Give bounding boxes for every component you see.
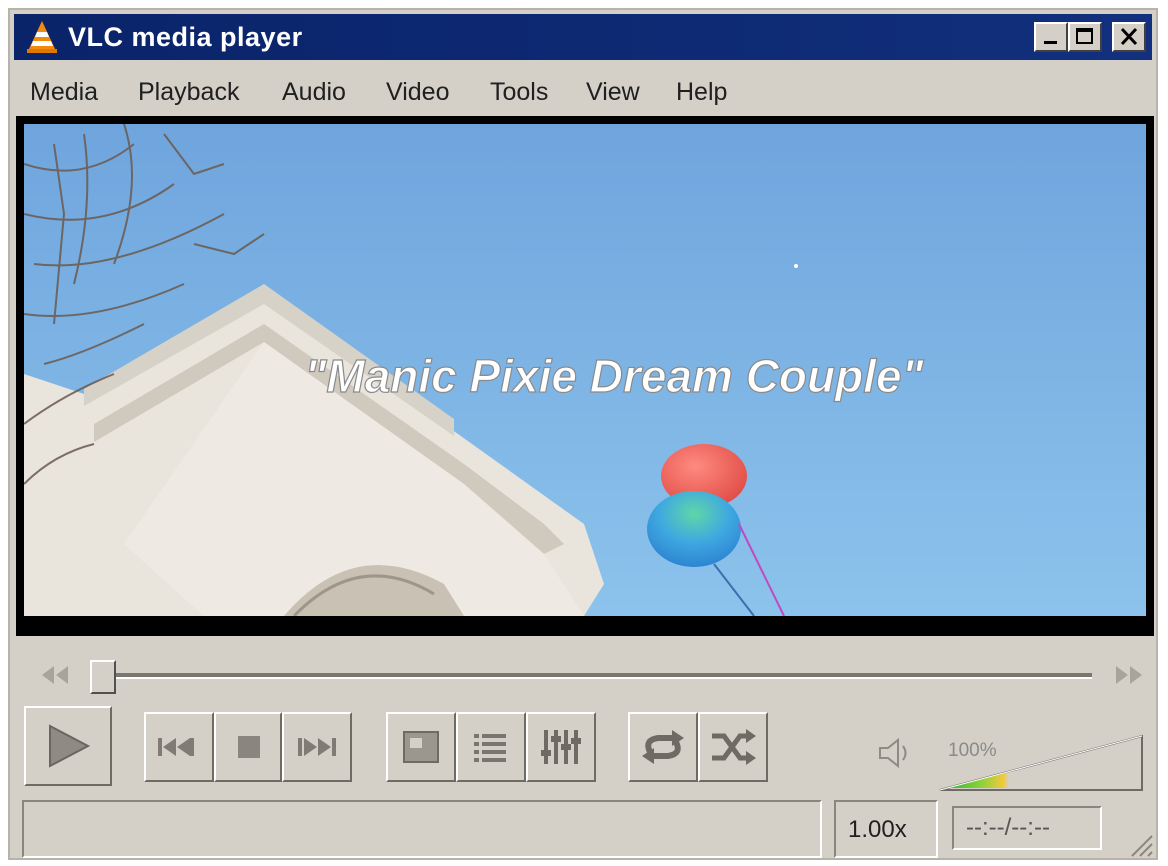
extended-settings-button[interactable]	[526, 712, 596, 782]
title-bar[interactable]: VLC media player	[14, 14, 1152, 60]
next-icon	[298, 738, 336, 756]
equalizer-icon	[541, 730, 581, 764]
minimize-button[interactable]	[1034, 22, 1068, 52]
menu-audio[interactable]: Audio	[282, 78, 346, 107]
minimize-icon	[1044, 41, 1057, 44]
status-message-panel	[22, 800, 822, 858]
loop-icon	[642, 730, 684, 764]
maximize-button[interactable]	[1068, 22, 1102, 52]
seek-thumb[interactable]	[90, 660, 116, 694]
seek-bar[interactable]	[16, 650, 1154, 700]
seek-track[interactable]	[96, 673, 1092, 679]
fullscreen-button[interactable]	[386, 712, 456, 782]
time-display: --:--/--:--	[966, 814, 1050, 841]
menu-help[interactable]: Help	[676, 78, 727, 107]
vlc-cone-icon	[27, 21, 57, 53]
menu-view[interactable]: View	[586, 78, 640, 107]
loop-button[interactable]	[628, 712, 698, 782]
volume-slider[interactable]	[934, 728, 1148, 794]
stop-button[interactable]	[214, 712, 282, 782]
time-panel[interactable]: --:--/--:--	[948, 800, 1108, 858]
menu-playback[interactable]: Playback	[138, 78, 239, 107]
seek-forward-icon	[1116, 666, 1142, 684]
seek-backward-icon	[42, 666, 68, 684]
playback-speed: 1.00x	[848, 816, 907, 843]
menu-video[interactable]: Video	[386, 78, 450, 107]
stop-icon	[238, 736, 260, 758]
resize-grip-icon[interactable]	[1126, 830, 1154, 858]
shuffle-icon	[712, 729, 756, 765]
next-button[interactable]	[282, 712, 352, 782]
video-frame: "Manic Pixie Dream Couple"	[24, 124, 1146, 616]
playlist-icon	[474, 734, 506, 762]
previous-icon	[158, 738, 194, 756]
close-button[interactable]	[1112, 22, 1146, 52]
shuffle-button[interactable]	[698, 712, 768, 782]
vlc-window: VLC media player Media Playback Audio Vi…	[8, 8, 1158, 860]
previous-button[interactable]	[144, 712, 214, 782]
window-title: VLC media player	[68, 22, 303, 52]
fullscreen-icon	[403, 731, 439, 763]
menu-bar: Media Playback Audio Video Tools View He…	[14, 64, 1152, 116]
playback-speed-panel[interactable]: 1.00x	[834, 800, 938, 858]
play-button[interactable]	[24, 706, 112, 786]
maximize-icon	[1076, 28, 1093, 44]
subtitle-text: "Manic Pixie Dream Couple"	[305, 350, 925, 402]
volume-speaker-icon[interactable]	[876, 736, 914, 770]
video-area[interactable]: "Manic Pixie Dream Couple"	[16, 116, 1154, 636]
close-icon	[1120, 27, 1138, 46]
menu-media[interactable]: Media	[30, 78, 98, 107]
play-icon	[49, 724, 91, 768]
playlist-button[interactable]	[456, 712, 526, 782]
menu-tools[interactable]: Tools	[490, 78, 548, 107]
